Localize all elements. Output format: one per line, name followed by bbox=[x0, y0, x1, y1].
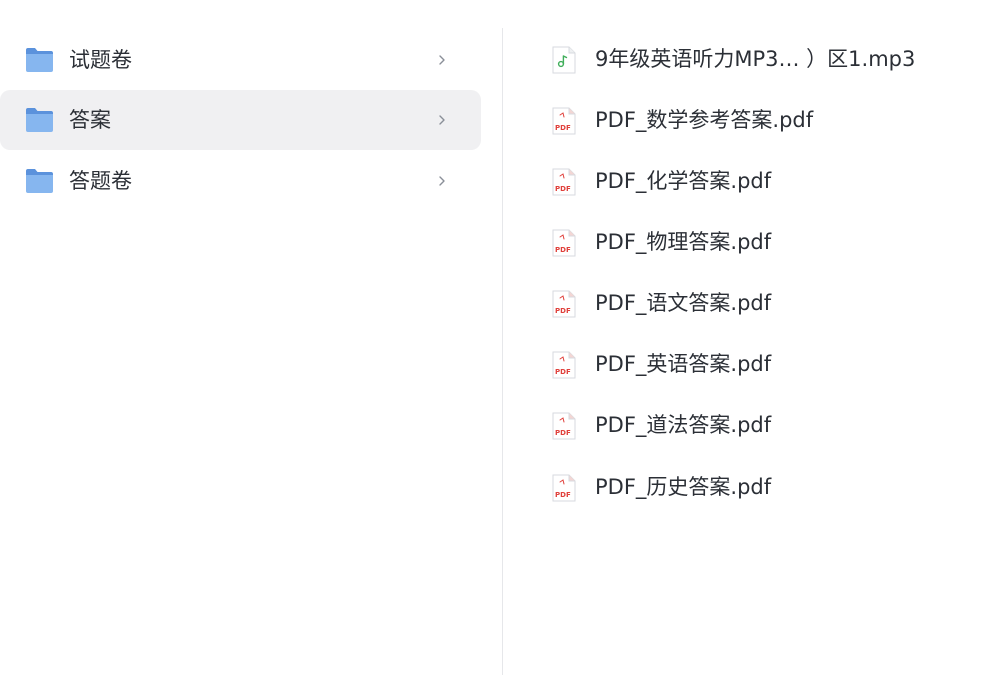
file-label: PDF_语文答案.pdf bbox=[595, 291, 772, 315]
pdf-file-icon: PDF bbox=[551, 473, 577, 503]
svg-text:PDF: PDF bbox=[555, 246, 571, 254]
pdf-file-icon: PDF bbox=[551, 106, 577, 136]
file-label: PDF_英语答案.pdf bbox=[595, 352, 772, 376]
file-label: PDF_物理答案.pdf bbox=[595, 230, 772, 254]
file-item-pdf[interactable]: PDF PDF_英语答案.pdf bbox=[503, 336, 1001, 392]
file-label: PDF_数学参考答案.pdf bbox=[595, 108, 814, 132]
chevron-right-icon bbox=[435, 172, 449, 190]
folder-item-shitijuan[interactable]: 试题卷 bbox=[0, 30, 481, 90]
file-item-pdf[interactable]: PDF PDF_物理答案.pdf bbox=[503, 214, 1001, 270]
audio-file-icon bbox=[551, 45, 577, 75]
svg-text:PDF: PDF bbox=[555, 491, 571, 499]
pdf-file-icon: PDF bbox=[551, 289, 577, 319]
file-item-pdf[interactable]: PDF PDF_历史答案.pdf bbox=[503, 459, 1001, 515]
file-label: PDF_化学答案.pdf bbox=[595, 169, 772, 193]
folder-list: 试题卷 答案 答题卷 bbox=[0, 0, 502, 675]
pdf-file-icon: PDF bbox=[551, 228, 577, 258]
file-item-pdf[interactable]: PDF PDF_语文答案.pdf bbox=[503, 275, 1001, 331]
folder-item-datijuan[interactable]: 答题卷 bbox=[0, 151, 481, 211]
svg-text:PDF: PDF bbox=[555, 429, 571, 437]
folder-label: 试题卷 bbox=[69, 48, 132, 72]
file-label: 9年级英语听力MP3… ）区1.mp3 bbox=[595, 47, 916, 71]
file-label: PDF_道法答案.pdf bbox=[595, 413, 772, 437]
svg-text:PDF: PDF bbox=[555, 124, 571, 132]
pdf-file-icon: PDF bbox=[551, 411, 577, 441]
folder-label: 答案 bbox=[69, 108, 111, 132]
pdf-file-icon: PDF bbox=[551, 167, 577, 197]
chevron-right-icon bbox=[435, 51, 449, 69]
chevron-right-icon bbox=[435, 111, 449, 129]
file-item-pdf[interactable]: PDF PDF_道法答案.pdf bbox=[503, 397, 1001, 453]
folder-item-daan[interactable]: 答案 bbox=[0, 90, 481, 150]
file-item-mp3[interactable]: 9年级英语听力MP3… ）区1.mp3 bbox=[503, 31, 1001, 87]
file-item-pdf[interactable]: PDF PDF_数学参考答案.pdf bbox=[503, 92, 1001, 148]
pdf-file-icon: PDF bbox=[551, 350, 577, 380]
file-browser: 试题卷 答案 答题卷 9年级英语听力MP3… ）区1.mp3 PDF PDF_数… bbox=[0, 0, 1001, 675]
svg-text:PDF: PDF bbox=[555, 185, 571, 193]
file-list: 9年级英语听力MP3… ）区1.mp3 PDF PDF_数学参考答案.pdf P… bbox=[503, 0, 1001, 675]
file-label: PDF_历史答案.pdf bbox=[595, 475, 772, 499]
folder-icon bbox=[25, 47, 54, 73]
folder-icon bbox=[25, 168, 54, 194]
folder-icon bbox=[25, 107, 54, 133]
svg-text:PDF: PDF bbox=[555, 307, 571, 315]
file-item-pdf[interactable]: PDF PDF_化学答案.pdf bbox=[503, 153, 1001, 209]
svg-text:PDF: PDF bbox=[555, 368, 571, 376]
folder-label: 答题卷 bbox=[69, 169, 132, 193]
